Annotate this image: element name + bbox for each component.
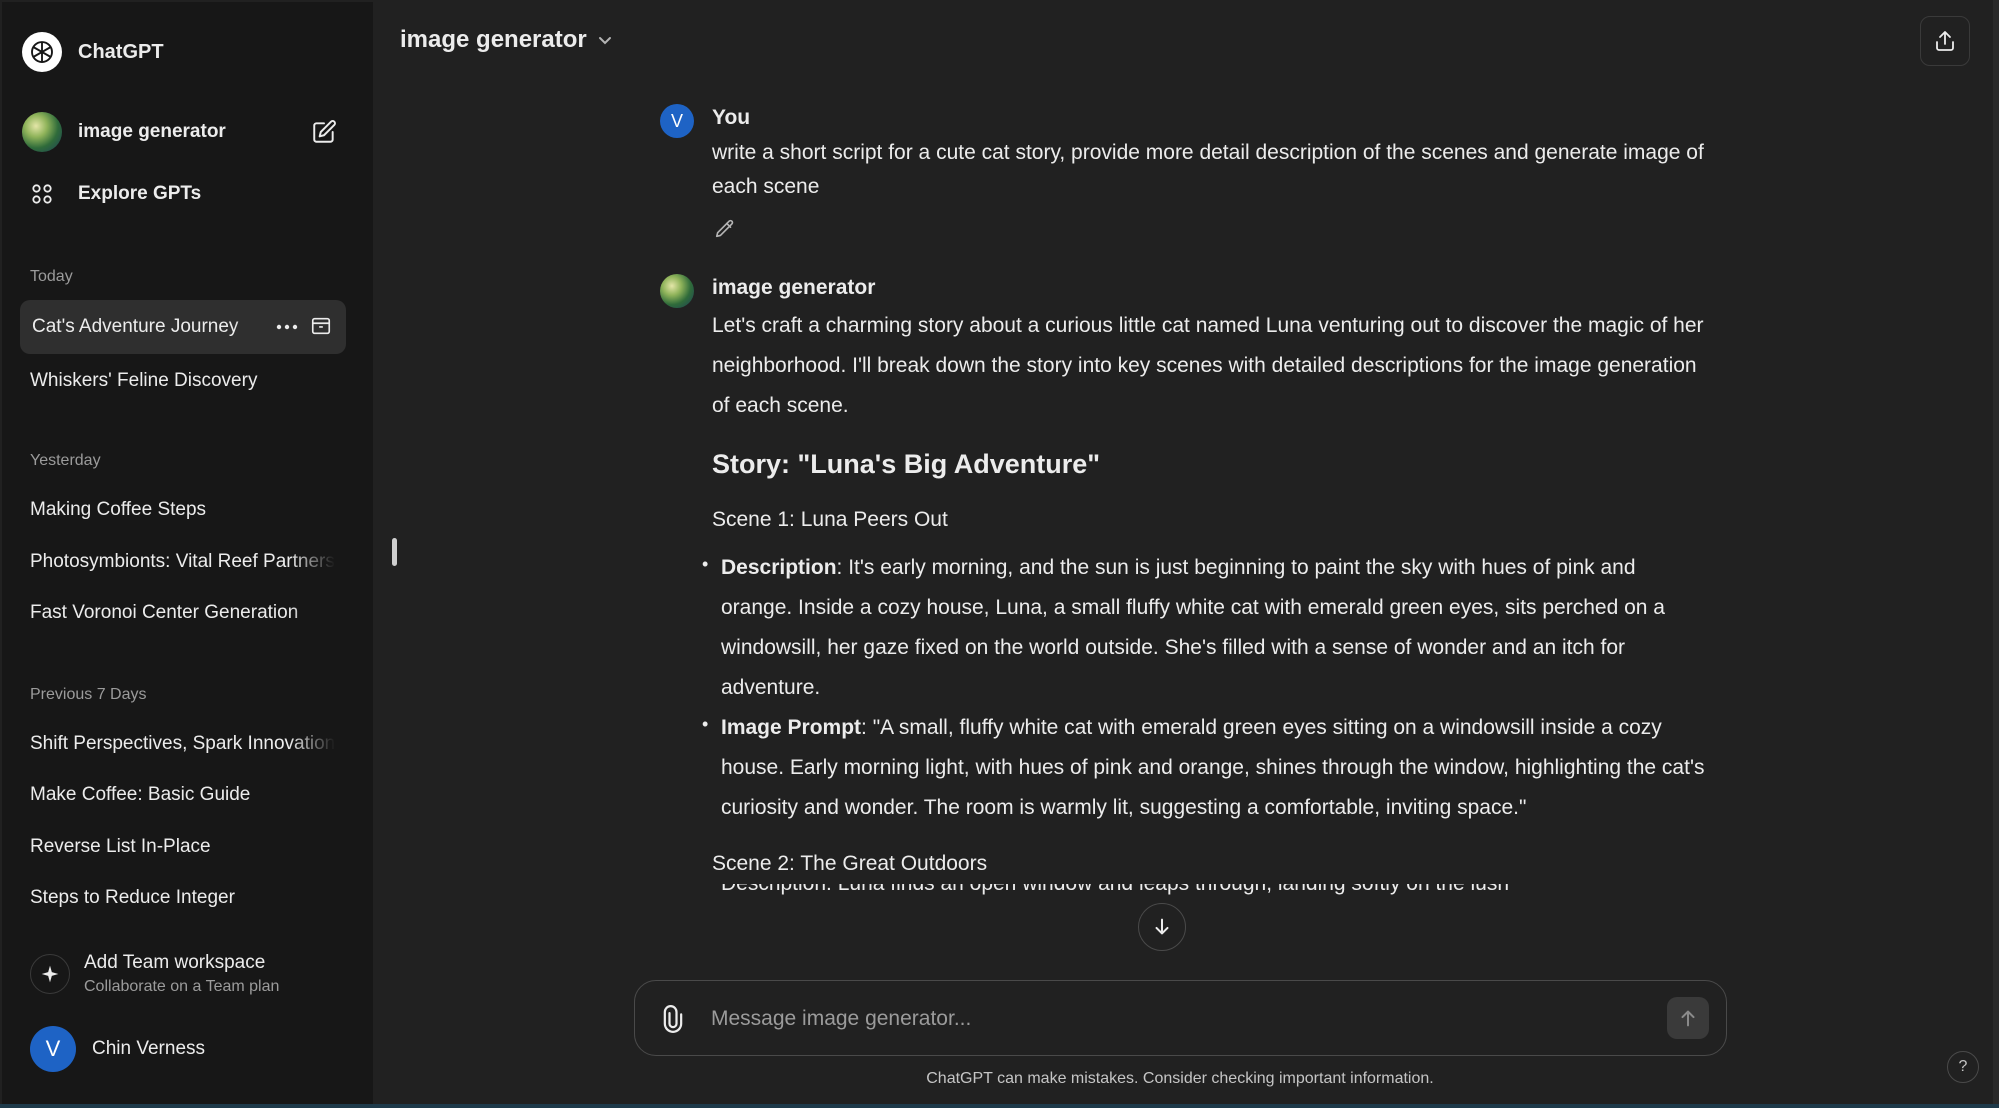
scene-2-cutoff: Description: Luna finds an open window a… (712, 884, 1712, 904)
arrow-up-icon (1681, 1010, 1695, 1027)
sidebar: ChatGPT image generator Explore GPTs Tod… (2, 2, 373, 1104)
history-item[interactable]: Making Coffee Steps (30, 499, 335, 521)
description-text: : It's early morning, and the sun is jus… (721, 556, 1665, 699)
user-author-label: You (712, 106, 751, 129)
scroll-to-bottom-button[interactable] (1138, 903, 1186, 951)
story-heading: Story: "Luna's Big Adventure" (712, 449, 1101, 479)
scene-1-image-prompt: Image Prompt: "A small, fluffy white cat… (702, 704, 1712, 828)
image-prompt-text: : "A small, fluffy white cat with emeral… (721, 716, 1705, 819)
desktop-strip (0, 1104, 1999, 1108)
arrow-down-icon (1155, 918, 1169, 935)
history-item-label: Cat's Adventure Journey (32, 316, 239, 337)
sidebar-resize-handle[interactable] (392, 538, 397, 566)
openai-logo-icon (22, 32, 62, 72)
archive-icon[interactable] (310, 315, 332, 337)
scene-2-partial-text: Description: Luna finds an open window a… (712, 884, 1712, 904)
grid-icon (22, 174, 62, 214)
user-message-text: write a short script for a cute cat stor… (712, 141, 1704, 198)
model-title: image generator (400, 26, 587, 53)
history-item[interactable]: Photosymbionts: Vital Reef Partners (30, 551, 335, 573)
user-message-avatar: V (660, 104, 694, 138)
explore-label: Explore GPTs (78, 183, 202, 204)
gpt-message-body: Let's craft a charming story about a cur… (702, 306, 1712, 904)
history-item[interactable]: Reverse List In-Place (30, 836, 335, 858)
scene-1-bullets: Description: It's early morning, and the… (702, 544, 1712, 828)
scene-1-title: Scene 1: Luna Peers Out (712, 508, 948, 531)
history-item-active[interactable]: Cat's Adventure Journey (20, 300, 346, 354)
history-item[interactable]: Shift Perspectives, Spark Innovation (30, 733, 335, 755)
history-item[interactable]: Fast Voronoi Center Generation (30, 602, 335, 624)
section-today: Today (30, 268, 73, 285)
edit-message-icon[interactable] (714, 218, 736, 240)
description-label: Description (721, 556, 837, 579)
sidebar-explore-gpts[interactable]: Explore GPTs (22, 172, 201, 216)
gpt-name: image generator (78, 121, 226, 142)
user-avatar: V (30, 1026, 76, 1072)
send-button[interactable] (1667, 997, 1709, 1039)
share-button[interactable] (1920, 16, 1970, 66)
new-chat-icon[interactable] (311, 119, 337, 145)
gpt-avatar (22, 112, 62, 152)
disclaimer-text: ChatGPT can make mistakes. Consider chec… (926, 1070, 1434, 1087)
help-button[interactable]: ? (1947, 1051, 1979, 1083)
chevron-down-icon (598, 37, 611, 45)
window-edge (1993, 0, 1999, 1108)
message-input[interactable] (711, 1001, 1611, 1037)
history-item[interactable]: Whiskers' Feline Discovery (30, 370, 335, 392)
message-composer (634, 980, 1727, 1056)
team-title: Add Team workspace (84, 952, 266, 973)
gpt-message-avatar (660, 274, 694, 308)
model-selector[interactable]: image generator (400, 26, 613, 54)
user-profile[interactable]: V Chin Verness (30, 1026, 205, 1072)
history-item[interactable]: Steps to Reduce Integer (30, 887, 335, 909)
team-subtitle: Collaborate on a Team plan (84, 978, 280, 995)
section-previous-7-days: Previous 7 Days (30, 686, 147, 703)
paperclip-icon[interactable] (659, 1005, 687, 1033)
gpt-intro-text: Let's craft a charming story about a cur… (712, 314, 1704, 417)
app-window: ChatGPT image generator Explore GPTs Tod… (0, 0, 1999, 1108)
share-icon (1936, 31, 1954, 51)
history-item[interactable]: Make Coffee: Basic Guide (30, 784, 335, 806)
user-name: Chin Verness (92, 1038, 206, 1059)
gpt-author-label: image generator (712, 276, 876, 299)
section-yesterday: Yesterday (30, 452, 101, 469)
image-prompt-label: Image Prompt (721, 716, 862, 739)
brand-label: ChatGPT (78, 40, 164, 63)
scene-2-title: Scene 2: The Great Outdoors (712, 852, 988, 875)
sidebar-gpt-image-generator[interactable]: image generator (22, 110, 337, 154)
scene-1-description: Description: It's early morning, and the… (702, 544, 1712, 708)
add-team-workspace[interactable]: Add Team workspace Collaborate on a Team… (30, 952, 279, 996)
more-options-icon[interactable] (274, 316, 300, 338)
sparkle-icon (30, 954, 70, 994)
new-chat-brand[interactable]: ChatGPT (22, 30, 164, 74)
